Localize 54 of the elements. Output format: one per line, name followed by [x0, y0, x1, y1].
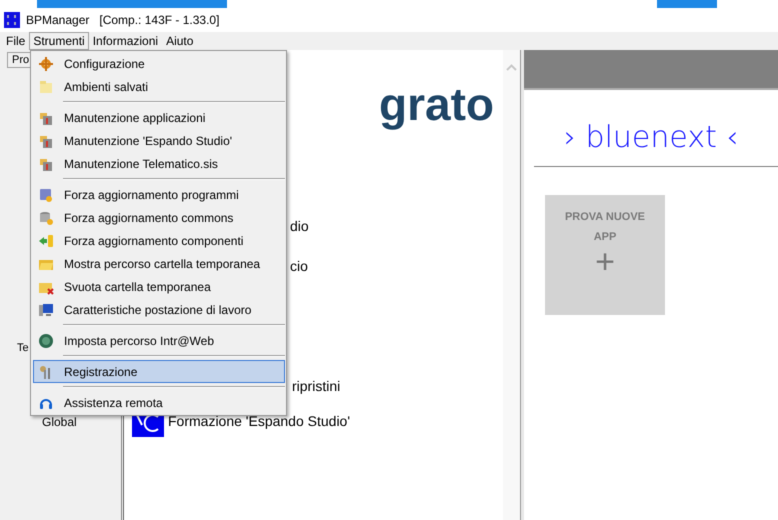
computer-icon	[38, 302, 54, 318]
menu-bar-item[interactable]: File	[2, 32, 30, 50]
menu-item-label: Svuota cartella temporanea	[64, 278, 211, 296]
menu-item-label: Registrazione	[64, 364, 138, 380]
folder-icon	[38, 78, 54, 94]
menu-item[interactable]: Manutenzione 'Espando Studio'	[33, 129, 285, 152]
menu-item[interactable]: Manutenzione applicazioni	[33, 106, 285, 129]
menu-item-label: Imposta percorso Intr@Web	[64, 332, 214, 350]
window-subtitle: [Comp.: 143F - 1.33.0]	[99, 12, 220, 29]
menu-item[interactable]: Ambienti salvati	[33, 75, 285, 98]
window-title: BPManager	[26, 12, 90, 29]
menu-item[interactable]: Manutenzione Telematico.sis	[33, 152, 285, 175]
menu-item[interactable]: Imposta percorso Intr@Web	[33, 329, 285, 352]
menu-item[interactable]: Caratteristiche postazione di lavoro	[33, 298, 285, 321]
app-icon	[4, 12, 20, 28]
heading: grato	[379, 77, 494, 132]
chevron-up-icon[interactable]	[506, 64, 517, 71]
menu-item[interactable]: Forza aggiornamento programmi	[33, 183, 285, 206]
panel-text: Te	[17, 341, 29, 356]
menu-item-label: Caratteristiche postazione di lavoro	[64, 302, 252, 318]
entry-text: ripristini	[292, 377, 340, 395]
menu-item-label: Mostra percorso cartella temporanea	[64, 256, 260, 272]
menu-item[interactable]: Mostra percorso cartella temporanea	[33, 252, 285, 275]
scrollbar[interactable]	[503, 50, 520, 520]
menu-item-label: Forza aggiornamento programmi	[64, 186, 239, 204]
entry-text: Formazione 'Espando Studio'	[168, 412, 350, 431]
entry-text: dio	[290, 217, 309, 235]
menu-item-label: Forza aggiornamento componenti	[64, 232, 244, 250]
menu-item-label: Manutenzione 'Espando Studio'	[64, 132, 232, 150]
update-icon	[38, 186, 54, 202]
gear-icon	[38, 56, 54, 72]
arrow-icon	[38, 232, 54, 248]
tile-label: PROVA NUOVE APP	[564, 210, 646, 245]
menu-item[interactable]: Forza aggiornamento componenti	[33, 229, 285, 252]
entry-text: cio	[290, 257, 308, 275]
menu-item[interactable]: Assistenza remota	[33, 391, 285, 414]
panel-text: Global	[42, 414, 77, 431]
plus-symbol: +	[595, 247, 615, 277]
menu-item[interactable]: Forza aggiornamento commons	[33, 206, 285, 229]
logo-text: › bluenext ‹	[564, 120, 740, 156]
menu-bar-item[interactable]: Aiuto	[162, 32, 198, 50]
menu-item[interactable]: Configurazione	[33, 52, 285, 75]
emblem-icon	[38, 332, 54, 348]
menu-item-label: Manutenzione Telematico.sis	[64, 156, 218, 172]
menu-item-label: Configurazione	[64, 56, 145, 72]
database-icon	[38, 210, 54, 226]
menu-item-label: Manutenzione applicazioni	[64, 110, 206, 126]
menu-item-label: Assistenza remota	[64, 394, 163, 412]
menu-item[interactable]: Registrazione	[33, 360, 285, 383]
menu-item-label: Forza aggiornamento commons	[64, 210, 234, 226]
menu-bar-item[interactable]: Informazioni	[88, 32, 162, 50]
menu-item-label: Ambienti salvati	[64, 78, 148, 96]
menu-bar-item[interactable]: Strumenti	[29, 32, 89, 50]
menu-item[interactable]: Svuota cartella temporanea	[33, 275, 285, 298]
